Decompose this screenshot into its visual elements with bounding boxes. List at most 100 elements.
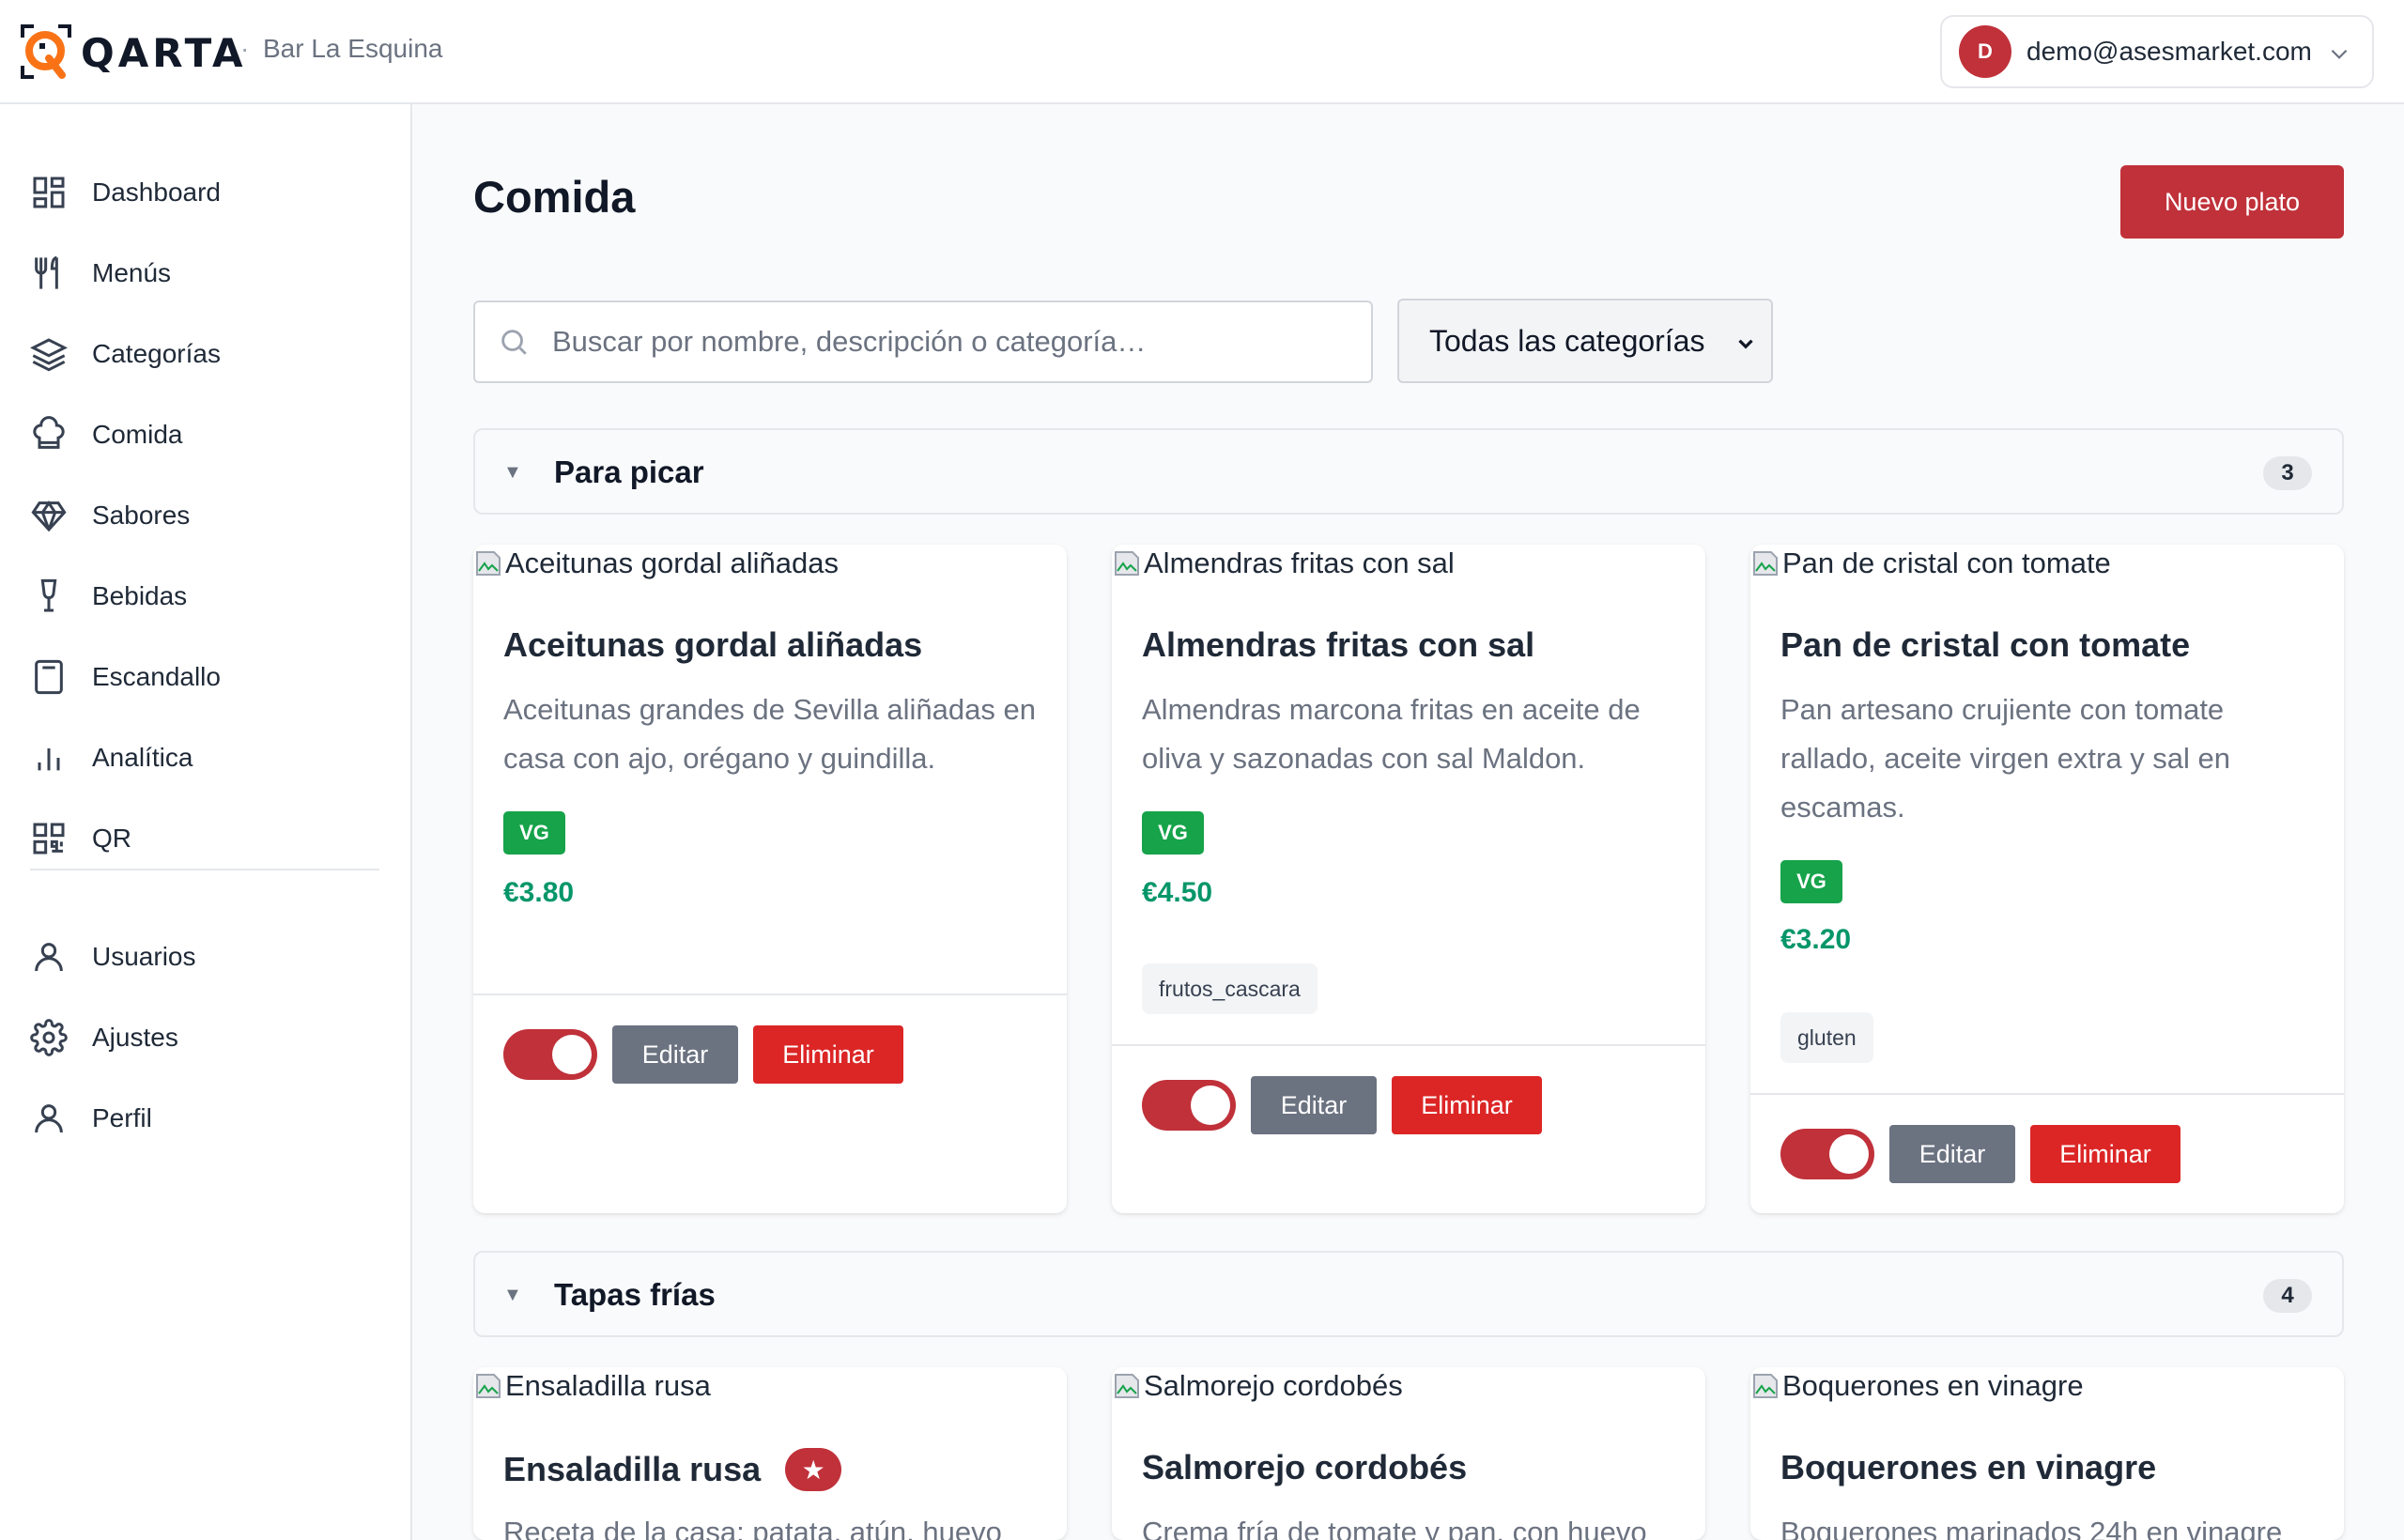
- sidebar-item-label: Dashboard: [92, 177, 221, 207]
- group-title: Para picar: [554, 454, 704, 489]
- group-count-badge: 4: [2263, 1279, 2312, 1313]
- dish-image: Salmorejo cordobés: [1112, 1367, 1403, 1405]
- card-divider: [1750, 1093, 2344, 1095]
- collapse-triangle-icon: ▼: [503, 462, 522, 483]
- sidebar-item-sabores[interactable]: Sabores: [30, 487, 378, 544]
- search-field: [473, 300, 1373, 383]
- layers-icon: [30, 338, 68, 372]
- sidebar: Dashboard Menús Categorías Comida Sabore…: [0, 104, 412, 1540]
- dish-name: Almendras fritas con sal: [1142, 625, 1535, 664]
- delete-button[interactable]: Eliminar: [753, 1025, 903, 1084]
- dish-name: Salmorejo cordobés: [1142, 1448, 1468, 1486]
- active-toggle[interactable]: [1780, 1129, 1874, 1179]
- qarta-logo-icon: [21, 24, 71, 79]
- category-filter-select[interactable]: Todas las categorías: [1397, 299, 1773, 383]
- sidebar-divider: [30, 869, 379, 870]
- sidebar-item-label: Bebidas: [92, 581, 188, 610]
- dish-description: Boquerones marinados 24h en vinagre: [1780, 1516, 2283, 1540]
- broken-image-icon: [1115, 1374, 1139, 1398]
- sidebar-item-label: Perfil: [92, 1103, 152, 1132]
- dish-image-alt: Aceitunas gordal aliñadas: [505, 547, 840, 579]
- new-dish-button[interactable]: Nuevo plato: [2120, 165, 2344, 239]
- dish-image: Pan de cristal con tomate: [1750, 545, 2111, 582]
- chevron-down-icon: [1738, 339, 1753, 349]
- gear-icon: [30, 1019, 68, 1056]
- dish-image-alt: Almendras fritas con sal: [1144, 547, 1455, 579]
- sidebar-item-categorias[interactable]: Categorías: [30, 326, 378, 382]
- dish-image-alt: Pan de cristal con tomate: [1782, 547, 2111, 579]
- sidebar-item-label: Analítica: [92, 743, 193, 772]
- dish-description: Pan artesano crujiente con tomate rallad…: [1780, 693, 2231, 824]
- edit-button[interactable]: Editar: [612, 1025, 738, 1084]
- avatar: D: [1959, 25, 2011, 78]
- sidebar-item-escandallo[interactable]: Escandallo: [30, 649, 378, 705]
- user-menu-button[interactable]: D demo@asesmarket.com: [1940, 15, 2374, 88]
- sidebar-item-label: Categorías: [92, 339, 221, 368]
- broken-image-icon: [1115, 551, 1139, 576]
- dish-name: Aceitunas gordal aliñadas: [503, 625, 923, 664]
- vegan-badge: VG: [503, 811, 565, 855]
- dish-image: Aceitunas gordal aliñadas: [473, 545, 839, 582]
- calculator-icon: [35, 659, 63, 695]
- dish-card: Salmorejo cordobés Salmorejo cordobés Cr…: [1112, 1367, 1705, 1540]
- card-divider: [473, 993, 1067, 995]
- dish-image: Almendras fritas con sal: [1112, 545, 1455, 582]
- group-header-para-picar[interactable]: ▼ Para picar 3: [473, 428, 2344, 515]
- allergen-tag: frutos_cascara: [1142, 963, 1318, 1014]
- dashboard-icon: [33, 177, 65, 208]
- search-input[interactable]: [552, 325, 1360, 359]
- glass-icon: [40, 578, 57, 612]
- delete-button[interactable]: Eliminar: [2030, 1125, 2181, 1183]
- dish-card: Ensaladilla rusa Ensaladilla rusa ★ Rece…: [473, 1367, 1067, 1540]
- sidebar-item-analitica[interactable]: Analítica: [30, 730, 378, 786]
- edit-button[interactable]: Editar: [1889, 1125, 2015, 1183]
- broken-image-icon: [1753, 1374, 1778, 1398]
- sidebar-item-label: QR: [92, 824, 131, 853]
- sidebar-item-menus[interactable]: Menús: [30, 245, 378, 301]
- venue-name: Bar La Esquina: [240, 34, 443, 64]
- broken-image-icon: [1753, 551, 1778, 576]
- dish-name: Boquerones en vinagre: [1780, 1448, 2157, 1486]
- broken-image-icon: [476, 551, 501, 576]
- gem-icon: [31, 500, 67, 532]
- dish-description: Receta de la casa: patata, atún, huevo: [503, 1516, 1002, 1540]
- search-icon: [501, 330, 527, 355]
- collapse-triangle-icon: ▼: [503, 1285, 522, 1305]
- dish-image-alt: Ensaladilla rusa: [505, 1369, 711, 1402]
- sidebar-item-bebidas[interactable]: Bebidas: [30, 568, 378, 624]
- broken-image-icon: [476, 1374, 501, 1398]
- sidebar-item-label: Usuarios: [92, 942, 196, 971]
- sidebar-item-perfil[interactable]: Perfil: [30, 1090, 378, 1147]
- card-divider: [1112, 1044, 1705, 1046]
- dish-card: Aceitunas gordal aliñadas Aceitunas gord…: [473, 545, 1067, 1213]
- sidebar-item-dashboard[interactable]: Dashboard: [30, 164, 378, 221]
- dish-image: Boquerones en vinagre: [1750, 1367, 2084, 1405]
- bar-chart-icon: [38, 748, 60, 771]
- sidebar-item-label: Sabores: [92, 500, 191, 530]
- sidebar-item-qr[interactable]: QR: [30, 810, 378, 867]
- dish-image-alt: Boquerones en vinagre: [1782, 1369, 2084, 1402]
- allergen-tag: gluten: [1780, 1012, 1873, 1063]
- dish-description: Crema fría de tomate y pan, con huevo: [1142, 1516, 1647, 1540]
- utensils-icon: [35, 255, 58, 289]
- sidebar-item-ajustes[interactable]: Ajustes: [30, 1009, 378, 1066]
- sidebar-item-label: Ajustes: [92, 1023, 178, 1052]
- brand-logo[interactable]: QARTA: [21, 24, 247, 81]
- active-toggle[interactable]: [1142, 1080, 1236, 1131]
- sidebar-item-comida[interactable]: Comida: [30, 407, 378, 463]
- group-count-badge: 3: [2263, 456, 2312, 490]
- group-header-tapas-frias[interactable]: ▼ Tapas frías 4: [473, 1251, 2344, 1337]
- group-title: Tapas frías: [554, 1277, 716, 1312]
- chef-hat-icon: [33, 416, 65, 449]
- page-title: Comida: [473, 172, 636, 222]
- sidebar-item-usuarios[interactable]: Usuarios: [30, 929, 378, 985]
- edit-button[interactable]: Editar: [1251, 1076, 1377, 1134]
- dish-price: €3.80: [503, 877, 575, 908]
- star-icon: ★: [785, 1448, 842, 1491]
- vegan-badge: VG: [1780, 860, 1842, 903]
- active-toggle[interactable]: [503, 1029, 597, 1080]
- sidebar-item-label: Comida: [92, 420, 183, 449]
- delete-button[interactable]: Eliminar: [1392, 1076, 1542, 1134]
- top-bar: QARTA Bar La Esquina D demo@asesmarket.c…: [0, 0, 2404, 104]
- dish-image: Ensaladilla rusa: [473, 1367, 711, 1405]
